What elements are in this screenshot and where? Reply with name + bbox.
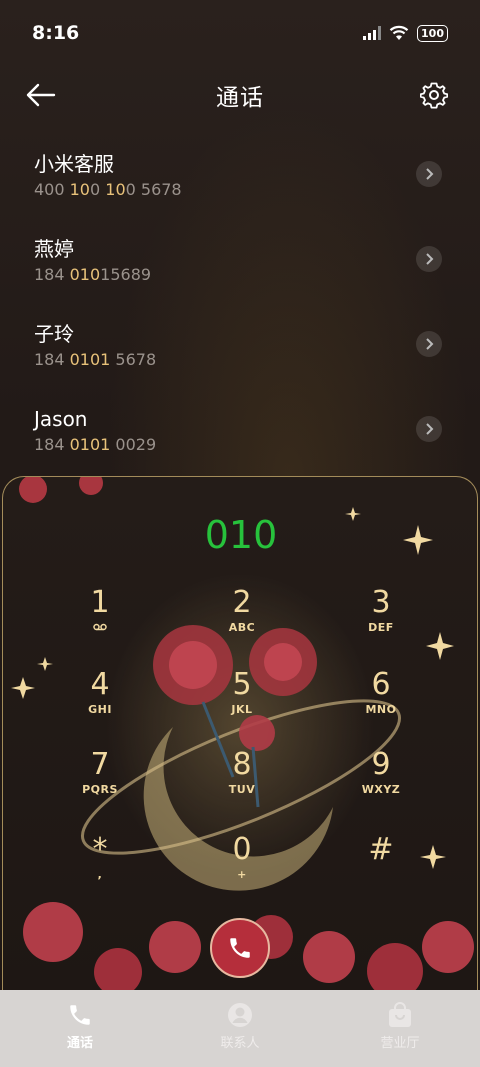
detail-button[interactable] [416,246,442,272]
wifi-icon [389,25,409,40]
number-segment: 184 [34,350,70,369]
call-button[interactable] [210,918,270,978]
back-arrow-icon[interactable] [26,82,56,108]
number-segment: 0029 [110,435,157,454]
detail-button[interactable] [416,161,442,187]
key-letters: MNO [365,703,397,716]
key-letters: ABC [228,621,256,634]
number-segment: 5678 [110,350,157,369]
key-number: 5 [232,667,252,702]
gear-icon[interactable] [420,81,448,109]
battery-indicator: 100 [417,24,448,42]
status-time: 8:16 [32,22,80,44]
matched-digits: 10 [69,180,90,199]
list-item[interactable]: 燕婷 184 01015689 [0,220,480,305]
tab-calls[interactable]: 通话 [0,990,160,1067]
bag-icon [389,1002,411,1027]
number-segment: 0 5678 [125,180,182,199]
voicemail-icon [55,621,145,635]
contact-name: 子玲 [34,322,74,346]
detail-button[interactable] [416,331,442,357]
key-number: * [92,832,108,867]
dial-key-hash[interactable]: # [336,832,426,902]
dial-key-6[interactable]: 6 MNO [336,667,426,737]
key-number: 4 [90,667,110,702]
dial-key-4[interactable]: 4 GHI [55,667,145,737]
key-letters: DEF [368,621,394,634]
key-letters: WXYZ [361,783,401,796]
key-number: 0 [232,832,252,867]
dial-key-star[interactable]: * , [55,832,145,902]
number-segment: 1 [100,265,111,284]
key-letters: , [97,868,103,881]
key-number: 8 [232,747,252,782]
dial-key-3[interactable]: 3 DEF [336,585,426,655]
tab-contacts[interactable]: 联系人 [160,990,320,1067]
list-item[interactable]: Jason 184 0101 0029 [0,390,480,475]
chevron-right-icon [426,253,434,265]
tab-store[interactable]: 营业厅 [320,990,480,1067]
key-letters: PQRS [82,783,118,796]
key-number: 7 [90,747,110,782]
phone-icon [70,1005,90,1025]
number-segment: 0 [89,180,101,199]
contact-number: 400 100 100 5678 [34,179,480,201]
key-number: 1 [90,585,110,620]
dial-key-1[interactable]: 1 [55,585,145,655]
key-number: 2 [232,585,252,620]
chevron-right-icon [426,423,434,435]
key-letters: + [237,868,247,881]
contact-number: 184 0101 5678 [34,349,480,371]
contact-name: 燕婷 [34,237,74,261]
dial-key-2[interactable]: 2 ABC [197,585,287,655]
dial-key-5[interactable]: 5 JKL [197,667,287,737]
page-title: 通话 [216,85,264,111]
chevron-right-icon [426,338,434,350]
key-number: # [368,832,394,867]
dial-key-8[interactable]: 8 TUV [197,747,287,817]
bottom-nav: 通话 联系人 营业厅 [0,990,480,1067]
matched-digits: 10 [105,180,126,199]
header: 通话 [0,70,480,120]
number-segment: 184 [34,265,70,284]
number-segment: 400 [34,180,70,199]
list-item[interactable]: 子玲 184 0101 5678 [0,305,480,390]
number-segment: 5689 [110,265,152,284]
key-letters: JKL [231,703,253,716]
key-letters: TUV [228,783,256,796]
key-number: 9 [371,747,391,782]
person-icon [228,1003,252,1027]
contact-name: 小米客服 [34,152,114,176]
chevron-right-icon [426,168,434,180]
tab-label: 联系人 [220,1036,260,1051]
dial-key-0[interactable]: 0 + [197,832,287,902]
contact-number: 184 0101 0029 [34,434,480,456]
contact-number: 184 01015689 [34,264,480,286]
key-number: 3 [371,585,391,620]
list-item[interactable]: 小米客服 400 100 100 5678 [0,135,480,220]
tab-label: 营业厅 [380,1036,420,1051]
contact-name: Jason [34,407,88,431]
status-icons: 100 [363,24,448,42]
key-number: 6 [371,667,391,702]
dial-key-9[interactable]: 9 WXYZ [336,747,426,817]
matched-digits: 0101 [69,350,111,369]
number-segment: 184 [34,435,70,454]
status-bar: 8:16 100 [0,0,480,66]
signal-icon [363,26,382,40]
recent-calls-list: 小米客服 400 100 100 5678 燕婷 184 01015689 子玲… [0,135,480,475]
phone-icon [230,938,250,958]
tab-label: 通话 [66,1036,93,1051]
dial-input-display: 010 [204,513,278,557]
key-letters: GHI [88,703,112,716]
matched-digits: 0101 [69,435,111,454]
matched-digits: 010 [69,265,101,284]
dial-key-7[interactable]: 7 PQRS [55,747,145,817]
detail-button[interactable] [416,416,442,442]
